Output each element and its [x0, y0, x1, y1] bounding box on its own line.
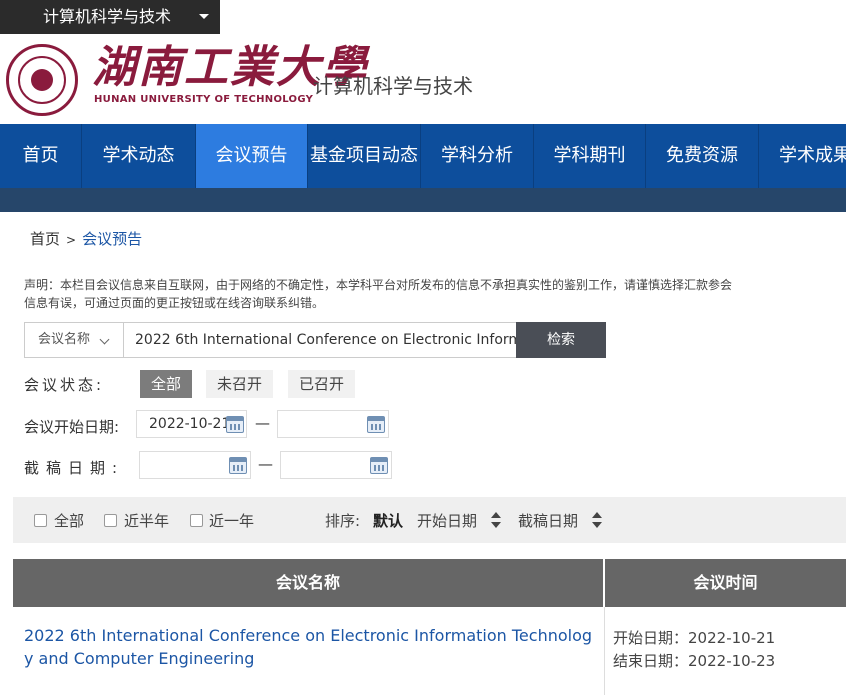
main-nav: 首页 学术动态 会议预告 基金项目动态 学科分析 学科期刊 免费资源 学术成果 — [0, 124, 846, 188]
search-button[interactable]: 检索 — [516, 322, 606, 358]
nav-fund-projects[interactable]: 基金项目动态 — [308, 124, 421, 188]
column-divider — [604, 607, 605, 695]
sort-deadline[interactable]: 截稿日期 — [518, 510, 578, 531]
sort-start-date[interactable]: 开始日期 — [417, 510, 477, 531]
caret-down-icon — [199, 14, 209, 19]
search-type-label: 会议名称 — [38, 332, 91, 347]
start-date-from-value: 2022-10-21 — [149, 416, 231, 432]
site-header: 湖南工業大學 HUNAN UNIVERSITY OF TECHNOLOGY 计算… — [0, 34, 846, 124]
column-header-time: 会议时间 — [605, 559, 846, 607]
date-range-dash: — — [255, 414, 270, 432]
nav-journals[interactable]: 学科期刊 — [534, 124, 646, 188]
checkbox-one-year[interactable] — [190, 514, 203, 527]
sort-default[interactable]: 默认 — [373, 510, 403, 531]
top-bar: 计算机科学与技术 — [0, 0, 846, 34]
status-upcoming-option[interactable]: 未召开 — [206, 370, 274, 398]
sort-asc-icon[interactable] — [592, 512, 602, 518]
deadline-to-field[interactable] — [280, 451, 392, 479]
deadline-from-field[interactable] — [139, 451, 251, 479]
date-range-dash: — — [258, 455, 273, 473]
sort-label: 排序: — [325, 512, 361, 530]
calendar-icon[interactable] — [226, 416, 244, 433]
search-input[interactable] — [123, 322, 517, 358]
start-date-value: 2022-10-21 — [688, 629, 776, 647]
chevron-down-icon — [99, 334, 110, 345]
checkbox-half-year[interactable] — [104, 514, 117, 527]
start-date-to-field[interactable] — [277, 410, 389, 438]
calendar-icon[interactable] — [370, 457, 388, 474]
site-switcher[interactable]: 计算机科学与技术 — [0, 0, 220, 34]
disclaimer-notice: 声明：本栏目会议信息来自互联网，由于网络的不确定性，本学科平台对所发布的信息不承… — [24, 278, 733, 310]
checkbox-one-year-label: 近一年 — [209, 512, 255, 530]
breadcrumb-home[interactable]: 首页 — [30, 230, 60, 248]
end-date-value: 2022-10-23 — [688, 652, 776, 670]
conference-end-date: 结束日期：2022-10-23 — [613, 650, 775, 671]
column-header-name: 会议名称 — [13, 559, 603, 607]
site-switcher-label: 计算机科学与技术 — [43, 7, 172, 26]
breadcrumb-current[interactable]: 会议预告 — [82, 230, 142, 248]
checkbox-half-year-label: 近半年 — [124, 512, 170, 530]
calendar-icon[interactable] — [367, 416, 385, 433]
start-date-from-field[interactable]: 2022-10-21 — [136, 410, 247, 438]
status-held-option[interactable]: 已召开 — [288, 370, 356, 398]
search-type-select[interactable]: 会议名称 — [24, 322, 123, 358]
sort-bar: 全部 近半年 近一年 排序: 默认 开始日期 截稿日期 — [13, 497, 846, 543]
sort-desc-icon[interactable] — [592, 522, 602, 528]
start-date-label: 会议开始日期: — [24, 418, 120, 436]
nav-conference-preview[interactable]: 会议预告 — [196, 124, 308, 188]
conference-title-link[interactable]: 2022 6th International Conference on Ele… — [24, 624, 594, 670]
breadcrumb: 首页 > 会议预告 — [30, 228, 142, 249]
sort-desc-icon[interactable] — [491, 522, 501, 528]
checkbox-all-label: 全部 — [54, 512, 85, 530]
nav-academic-news[interactable]: 学术动态 — [82, 124, 196, 188]
university-english-name: HUNAN UNIVERSITY OF TECHNOLOGY — [94, 94, 314, 105]
status-all-option[interactable]: 全部 — [140, 370, 193, 398]
nav-home[interactable]: 首页 — [0, 124, 82, 188]
banner-strip — [0, 188, 846, 212]
sort-asc-icon[interactable] — [491, 512, 501, 518]
nav-free-resources[interactable]: 免费资源 — [646, 124, 759, 188]
conference-start-date: 开始日期：2022-10-21 — [613, 627, 775, 648]
nav-discipline-analysis[interactable]: 学科分析 — [421, 124, 534, 188]
checkbox-all[interactable] — [34, 514, 47, 527]
breadcrumb-separator: > — [66, 233, 77, 247]
site-title: 计算机科学与技术 — [313, 74, 473, 98]
status-filter-label: 会议状态: — [24, 376, 105, 394]
university-seal-logo[interactable] — [6, 44, 78, 116]
end-date-caption: 结束日期： — [613, 652, 689, 670]
calendar-icon[interactable] — [229, 457, 247, 474]
start-date-caption: 开始日期： — [613, 629, 689, 647]
deadline-label: 截稿日期: — [24, 459, 125, 477]
nav-achievements[interactable]: 学术成果 — [759, 124, 846, 188]
